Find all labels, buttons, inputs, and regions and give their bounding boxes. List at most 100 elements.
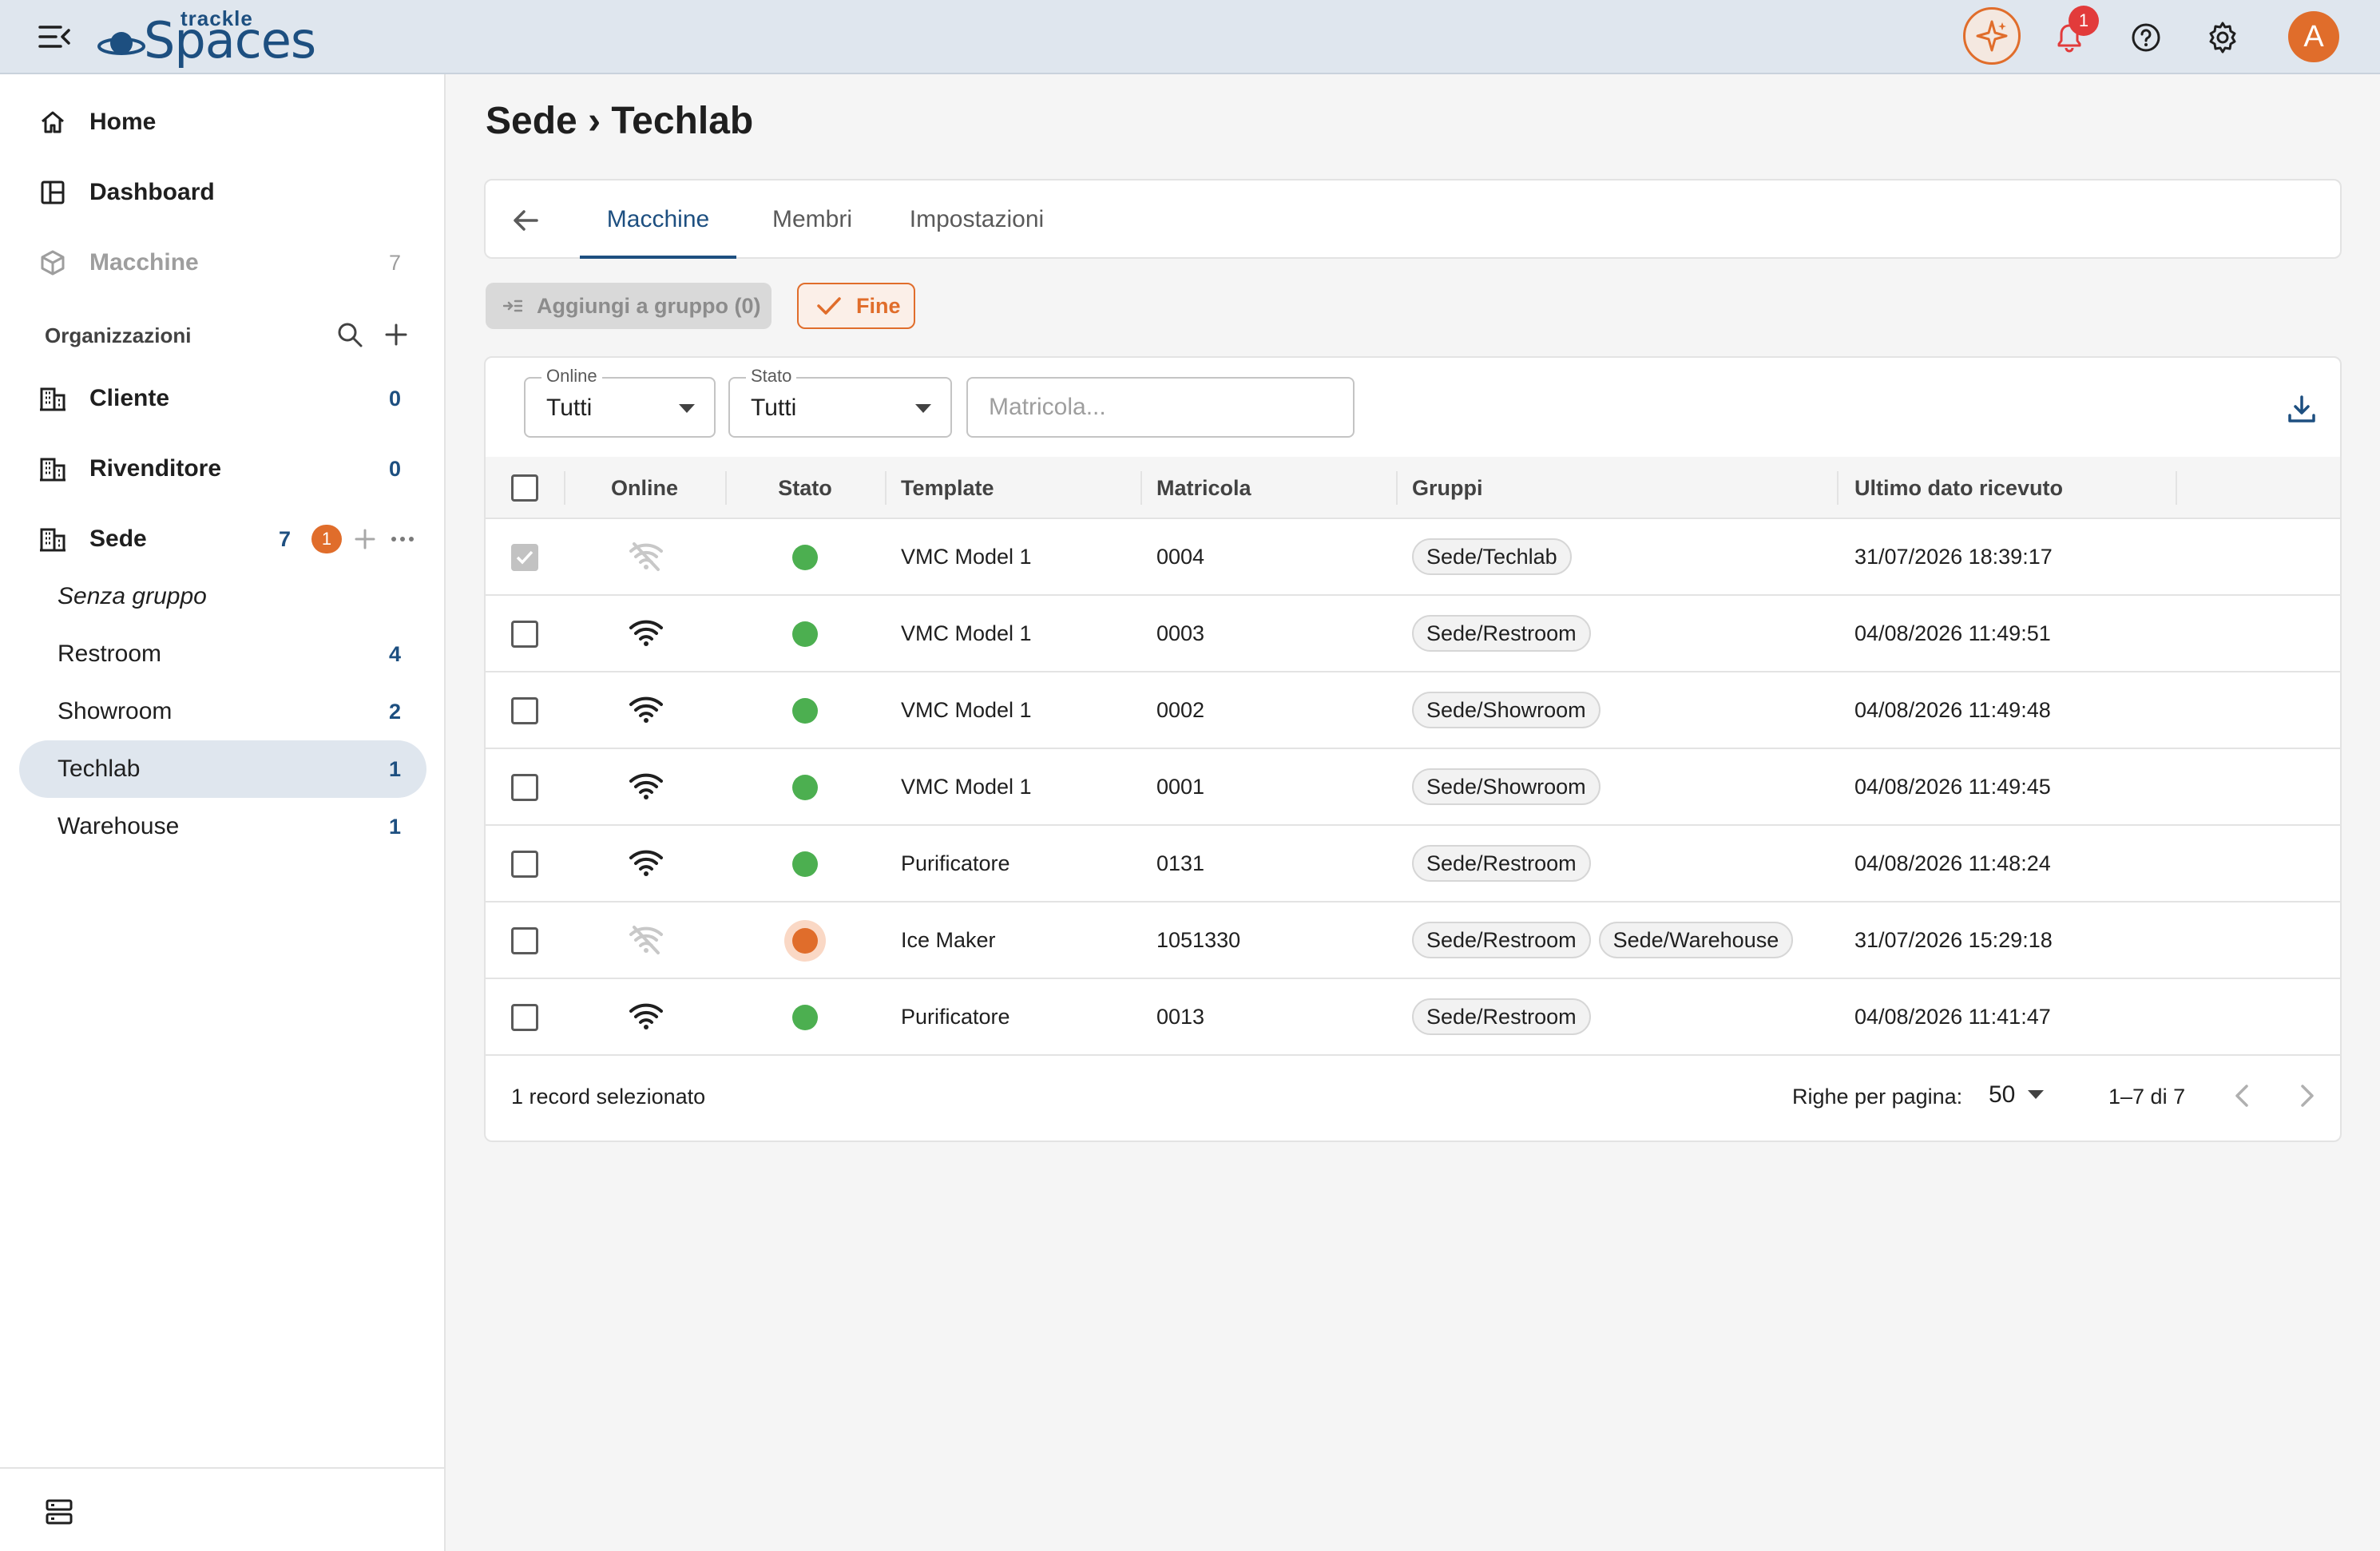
sidebar-item-home[interactable]: Home (19, 93, 426, 151)
prev-page-icon[interactable] (2227, 1080, 2259, 1112)
col-stato[interactable]: Stato (725, 457, 885, 519)
search-icon[interactable] (335, 320, 364, 349)
column-separator (1140, 471, 1142, 505)
table-row[interactable]: VMC Model 1 0003 Sede/Restroom 04/08/202… (486, 596, 2340, 672)
sidebar-group-techlab[interactable]: Techlab 1 (19, 740, 426, 798)
help-icon (2132, 23, 2160, 52)
col-gruppi[interactable]: Gruppi (1412, 457, 1483, 519)
sidebar-org-sede[interactable]: Sede 7 1 (19, 510, 426, 568)
group-chip[interactable]: Sede/Showroom (1412, 692, 1601, 728)
sidebar-group-warehouse[interactable]: Warehouse 1 (19, 798, 426, 855)
select-all-checkbox[interactable] (511, 474, 538, 502)
groups-cell: Sede/Restroom (1412, 826, 1599, 901)
last-data-cell: 04/08/2026 11:49:45 (1854, 774, 2051, 799)
group-chip[interactable]: Sede/Showroom (1412, 768, 1601, 805)
next-page-icon[interactable] (2291, 1080, 2322, 1112)
tab-membri[interactable]: Membri (754, 180, 871, 259)
matricola-cell: 0001 (1156, 774, 1205, 799)
done-button[interactable]: Fine (797, 283, 915, 329)
logo[interactable]: trackle Spaces (97, 5, 316, 70)
row-checkbox[interactable] (511, 927, 538, 954)
row-checkbox[interactable] (511, 1004, 538, 1031)
online-filter[interactable]: Online Tutti (524, 366, 716, 438)
row-checkbox[interactable] (511, 621, 538, 648)
matricola-cell: 0003 (1156, 621, 1205, 645)
sidebar-item-count: 0 (388, 386, 401, 411)
group-chip[interactable]: Sede/Restroom (1412, 845, 1591, 882)
table-row[interactable]: Ice Maker 1051330 Sede/Restroom Sede/War… (486, 902, 2340, 979)
download-icon[interactable] (2286, 393, 2318, 425)
col-matricola[interactable]: Matricola (1156, 457, 1251, 519)
back-arrow-icon[interactable] (510, 204, 541, 236)
more-options-icon[interactable] (388, 526, 417, 553)
sidebar-item-macchine[interactable]: Macchine 7 (19, 234, 426, 292)
row-checkbox[interactable] (511, 851, 538, 878)
home-icon (42, 111, 64, 133)
gear-icon (2209, 22, 2236, 54)
server-list-icon[interactable] (43, 1496, 75, 1528)
caret-down-icon (915, 404, 931, 413)
template-cell: Purificatore (901, 851, 1010, 875)
column-separator (1837, 471, 1839, 505)
group-chip[interactable]: Sede/Restroom (1412, 615, 1591, 652)
sidebar-group-restroom[interactable]: Restroom 4 (19, 625, 426, 683)
settings-button[interactable] (2203, 18, 2243, 58)
sidebar-item-label: Senza gruppo (58, 583, 207, 609)
table-row[interactable]: VMC Model 1 0004 Sede/Techlab 31/07/2026… (486, 519, 2340, 596)
menu-collapse-icon[interactable] (38, 22, 70, 51)
rows-per-page-select[interactable]: 50 (1989, 1081, 2045, 1109)
column-separator (1396, 471, 1398, 505)
sidebar-group-senza-gruppo[interactable]: Senza gruppo (19, 568, 426, 625)
row-checkbox[interactable] (511, 544, 538, 571)
stato-filter-label: Stato (746, 366, 797, 387)
organizations-title: Organizzazioni (45, 323, 192, 347)
table-row[interactable]: Purificatore 0013 Sede/Restroom 04/08/20… (486, 979, 2340, 1056)
table-row[interactable]: VMC Model 1 0002 Sede/Showroom 04/08/202… (486, 672, 2340, 749)
user-avatar[interactable]: A (2288, 11, 2339, 62)
row-checkbox[interactable] (511, 697, 538, 724)
sidebar-item-label: Home (89, 109, 157, 135)
sidebar-org-cliente[interactable]: Cliente 0 (19, 370, 426, 427)
column-separator (885, 471, 887, 505)
group-chip[interactable]: Sede/Techlab (1412, 538, 1572, 575)
building-icon (40, 458, 65, 482)
row-checkbox[interactable] (511, 774, 538, 801)
selection-count: 1 record selezionato (511, 1085, 706, 1109)
matricola-search-input[interactable] (966, 377, 1355, 438)
dashboard-icon (41, 180, 65, 204)
check-icon (516, 550, 534, 565)
add-organization-icon[interactable] (382, 320, 411, 349)
add-group-icon[interactable] (351, 526, 379, 553)
wifi-off-icon (629, 926, 663, 954)
sidebar-item-dashboard[interactable]: Dashboard (19, 164, 426, 221)
notification-badge: 1 (2069, 6, 2099, 36)
stato-filter[interactable]: Stato Tutti (728, 366, 952, 438)
col-template[interactable]: Template (901, 457, 994, 519)
sidebar-group-showroom[interactable]: Showroom 2 (19, 683, 426, 740)
rows-per-page-value: 50 (1989, 1081, 2016, 1108)
groups-cell: Sede/Showroom (1412, 672, 1608, 748)
table-row[interactable]: Purificatore 0131 Sede/Restroom 04/08/20… (486, 826, 2340, 902)
tab-impostazioni[interactable]: Impostazioni (887, 180, 1067, 259)
help-button[interactable] (2126, 18, 2166, 58)
add-to-group-button[interactable]: Aggiungi a gruppo (0) (486, 283, 772, 329)
check-icon (817, 297, 841, 315)
wifi-icon (629, 773, 663, 799)
col-ultimo-dato[interactable]: Ultimo dato ricevuto (1854, 457, 2063, 519)
sidebar-org-rivenditore[interactable]: Rivenditore 0 (19, 440, 426, 498)
ai-assistant-button[interactable] (1963, 7, 2021, 65)
sidebar-item-count: 0 (388, 456, 401, 481)
table-row[interactable]: VMC Model 1 0001 Sede/Showroom 04/08/202… (486, 749, 2340, 826)
matricola-cell: 1051330 (1156, 927, 1241, 952)
page-title: Sede › Techlab (486, 100, 754, 142)
building-icon (40, 387, 65, 411)
top-bar: trackle Spaces 1 A (0, 0, 2380, 74)
sparkle-icon (1976, 20, 2008, 52)
group-chip[interactable]: Sede/Warehouse (1598, 922, 1794, 958)
wifi-icon (629, 696, 663, 723)
col-online[interactable]: Online (564, 457, 725, 519)
tab-macchine[interactable]: Macchine (580, 180, 736, 259)
group-chip[interactable]: Sede/Restroom (1412, 998, 1591, 1035)
group-chip[interactable]: Sede/Restroom (1412, 922, 1591, 958)
done-label: Fine (856, 293, 901, 318)
